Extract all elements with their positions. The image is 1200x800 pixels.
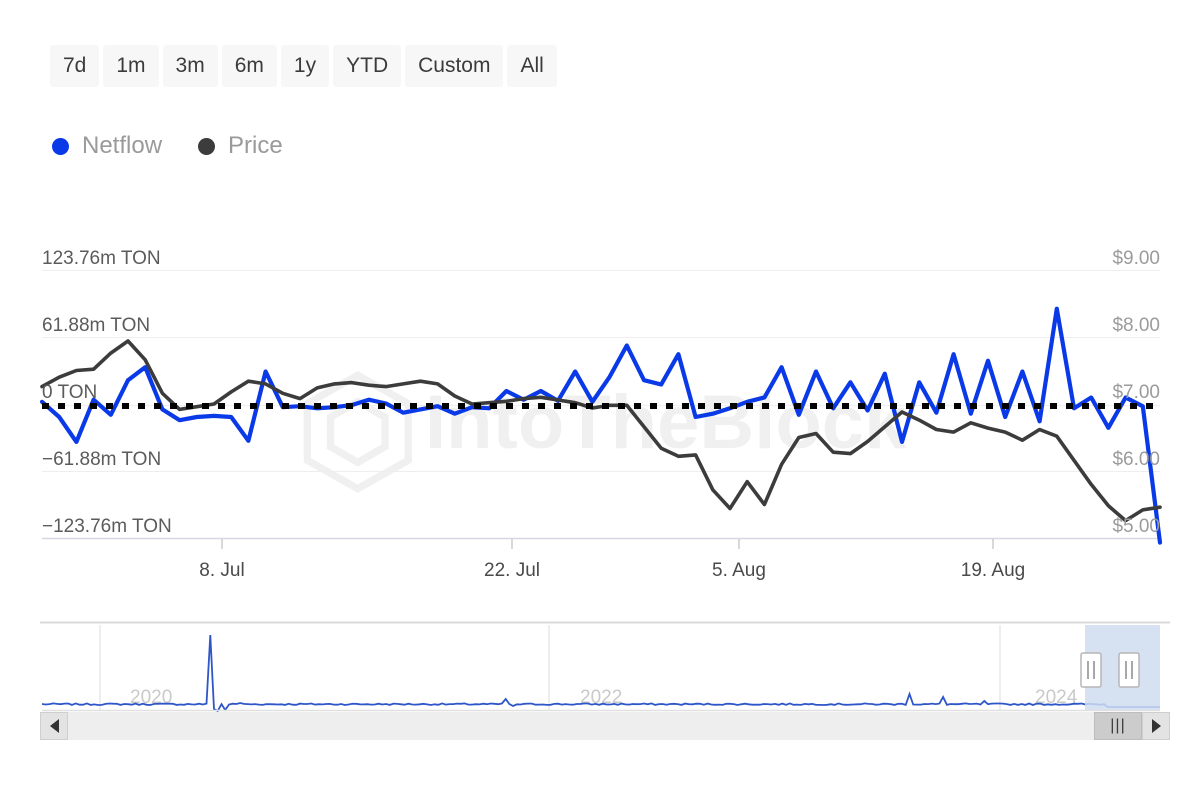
scroll-right-arrow-icon [1152, 719, 1161, 733]
x-axis-labels: 8. Jul 22. Jul 5. Aug 19. Aug [199, 560, 1025, 581]
left-axis-tick-label: 0 TON [42, 382, 97, 403]
x-axis-tick-label: 5. Aug [712, 560, 766, 581]
scrollbar-thumb[interactable]: ||| [1094, 712, 1142, 740]
x-axis-tick-label: 22. Jul [484, 560, 540, 581]
x-axis-tick-label: 8. Jul [199, 560, 244, 581]
left-axis-labels: 123.76m TON 61.88m TON 0 TON −61.88m TON −12… [42, 248, 172, 537]
scroll-thumb-grip-icon: ||| [1110, 718, 1125, 734]
x-axis-tick-label: 19. Aug [961, 560, 1025, 581]
right-axis-tick-label: $7.00 [1112, 382, 1160, 403]
chart-page: 7d1m3m6m1yYTDCustomAll NetflowPrice Into… [0, 0, 1200, 800]
left-axis-tick-label: −123.76m TON [42, 516, 172, 537]
x-axis-tick-marks [222, 539, 993, 549]
left-axis-tick-label: 123.76m TON [42, 248, 161, 269]
navigator-scrollbar-track[interactable] [40, 712, 1170, 740]
scroll-left-arrow-icon [50, 719, 59, 733]
right-axis-tick-label: $6.00 [1112, 449, 1160, 470]
right-axis-tick-label: $9.00 [1112, 248, 1160, 269]
navigator-handle-right[interactable] [1119, 653, 1139, 687]
right-axis-tick-label: $8.00 [1112, 315, 1160, 336]
left-axis-tick-label: 61.88m TON [42, 315, 150, 336]
scroll-right-button[interactable] [1142, 712, 1170, 740]
left-axis-tick-label: −61.88m TON [42, 449, 161, 470]
right-axis-tick-label: $5.00 [1112, 516, 1160, 537]
chart-plot-area: IntoTheBlock 123.76m TON61.88m TON0 TON−… [0, 0, 1200, 800]
navigator-handle-left[interactable] [1081, 653, 1101, 687]
navigator[interactable]: 202020222024 [40, 620, 1170, 711]
scroll-left-button[interactable] [40, 712, 68, 740]
